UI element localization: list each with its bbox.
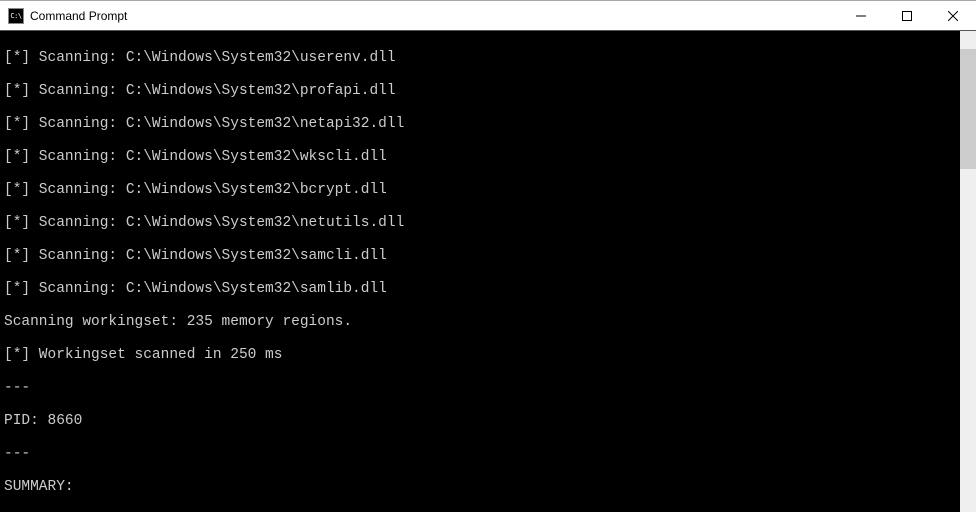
pid-line: PID: 8660 xyxy=(4,413,972,430)
blank-line xyxy=(4,512,972,513)
separator: --- xyxy=(4,380,972,397)
titlebar[interactable]: C:\ Command Prompt xyxy=(0,1,976,31)
scan-line: [*] Scanning: C:\Windows\System32\netuti… xyxy=(4,215,972,232)
scan-line: [*] Scanning: C:\Windows\System32\samcli… xyxy=(4,248,972,265)
scrollbar-thumb[interactable] xyxy=(960,49,976,169)
close-button[interactable] xyxy=(930,1,976,31)
scan-line: [*] Scanning: C:\Windows\System32\bcrypt… xyxy=(4,182,972,199)
workingset-scanned: [*] Workingset scanned in 250 ms xyxy=(4,347,972,364)
minimize-button[interactable] xyxy=(838,1,884,31)
terminal-output[interactable]: [*] Scanning: C:\Windows\System32\useren… xyxy=(0,31,976,512)
window-title: Command Prompt xyxy=(30,9,127,23)
separator: --- xyxy=(4,446,972,463)
summary-header: SUMMARY: xyxy=(4,479,972,496)
scan-line: [*] Scanning: C:\Windows\System32\netapi… xyxy=(4,116,972,133)
scan-line: [*] Scanning: C:\Windows\System32\useren… xyxy=(4,50,972,67)
scan-line: [*] Scanning: C:\Windows\System32\wkscli… xyxy=(4,149,972,166)
scan-line: [*] Scanning: C:\Windows\System32\profap… xyxy=(4,83,972,100)
scrollbar[interactable] xyxy=(960,31,976,512)
workingset-regions: Scanning workingset: 235 memory regions. xyxy=(4,314,972,331)
cmd-icon: C:\ xyxy=(8,8,24,24)
maximize-button[interactable] xyxy=(884,1,930,31)
scan-line: [*] Scanning: C:\Windows\System32\samlib… xyxy=(4,281,972,298)
